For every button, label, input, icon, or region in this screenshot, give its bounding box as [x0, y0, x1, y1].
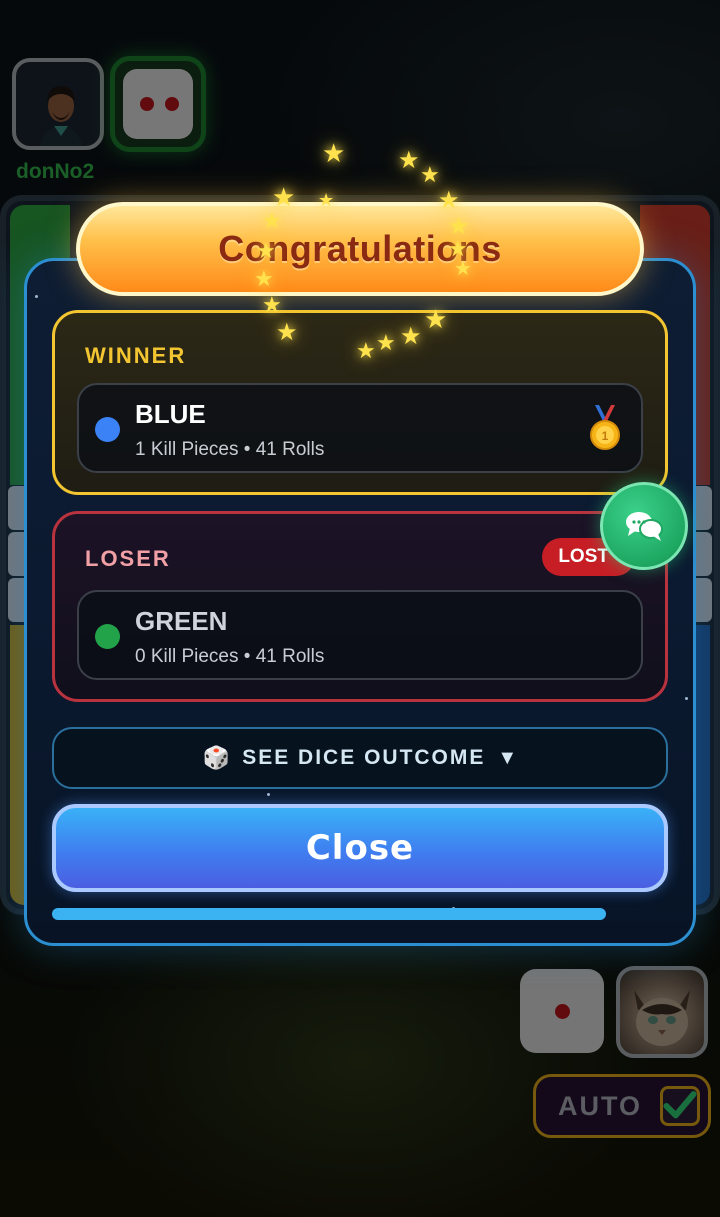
star-icon: ★: [262, 208, 282, 233]
star-icon: ★: [454, 258, 472, 280]
star-icon: ★: [254, 266, 274, 291]
star-icon: ★: [356, 338, 376, 363]
chat-bubbles-icon: [626, 512, 663, 541]
star-icon: ★: [276, 319, 298, 346]
loser-heading: LOSER: [85, 546, 171, 571]
dice-icon: 🎲: [202, 745, 231, 770]
star-icon: ★: [400, 323, 422, 350]
gold-medal-icon: 1: [590, 405, 620, 450]
close-button[interactable]: Close: [52, 804, 668, 892]
blue-dot: [95, 417, 120, 442]
star-icon: ★: [420, 162, 440, 187]
winner-player-name: BLUE: [135, 399, 206, 429]
star-icon: ★: [262, 292, 282, 317]
sparkle: [35, 295, 38, 298]
chevron-down-icon: ▼: [497, 746, 518, 769]
progress-fill: [52, 908, 607, 920]
green-dot: [95, 624, 120, 649]
winner-stats: 1 Kill Pieces • 41 Rolls: [135, 439, 325, 460]
loser-card: LOSER LOST GREEN 0 Kill Pieces • 41 Roll…: [52, 511, 668, 702]
loser-row: GREEN 0 Kill Pieces • 41 Rolls: [77, 590, 643, 680]
sparkle: [267, 793, 270, 796]
loser-stats: 0 Kill Pieces • 41 Rolls: [135, 646, 325, 667]
star-icon: ★: [322, 138, 346, 168]
star-icon: ★: [438, 187, 460, 214]
congratulations-banner: Congratulations: [76, 202, 644, 296]
star-icon: ★: [376, 330, 396, 355]
see-dice-outcome-button[interactable]: 🎲 SEE DICE OUTCOME ▼: [52, 727, 668, 789]
close-label: Close: [305, 828, 415, 868]
winner-heading: WINNER: [85, 343, 187, 368]
star-icon: ★: [424, 304, 448, 334]
loser-player-name: GREEN: [135, 606, 228, 636]
sparkle: [685, 697, 688, 700]
svg-text:1: 1: [602, 429, 609, 443]
star-icon: ★: [318, 190, 335, 210]
star-icon: ★: [256, 238, 276, 263]
chat-button[interactable]: [600, 482, 688, 570]
star-icon: ★: [398, 147, 420, 174]
auto-close-progress: [52, 908, 668, 920]
dice-outcome-label: SEE DICE OUTCOME: [242, 746, 486, 769]
winner-row: BLUE 1 Kill Pieces • 41 Rolls 1: [77, 383, 643, 473]
